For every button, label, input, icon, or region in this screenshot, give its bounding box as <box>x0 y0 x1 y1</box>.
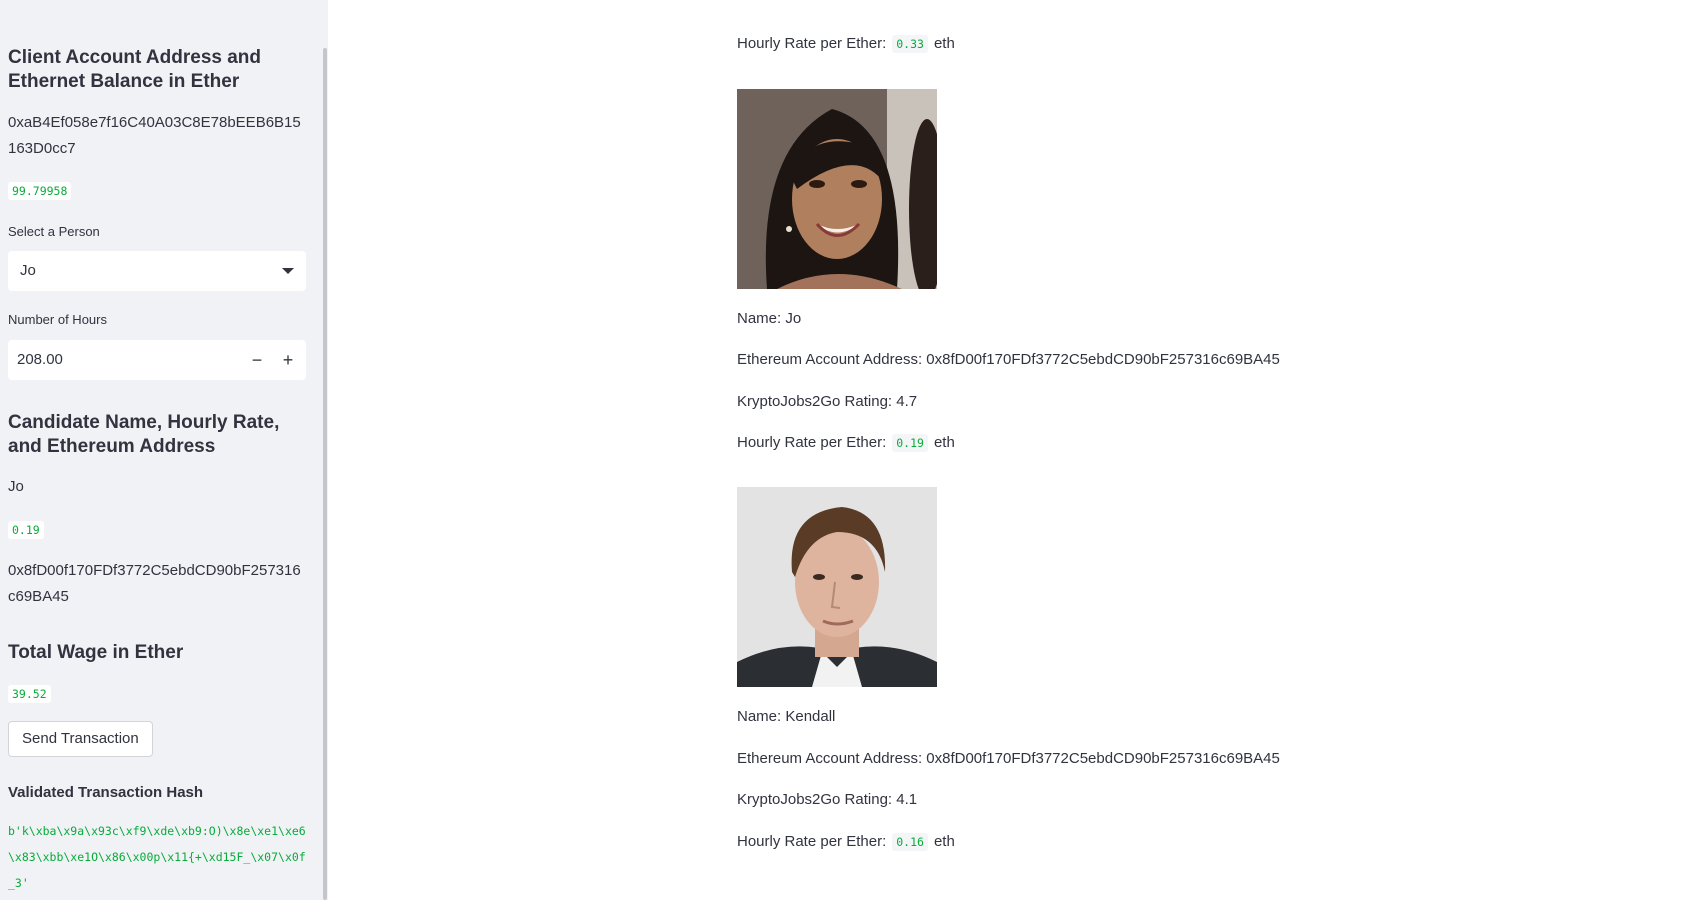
rate-value: 0.33 <box>892 35 928 54</box>
hash-heading: Validated Transaction Hash <box>8 784 204 801</box>
rate-label: Hourly Rate per Ether: <box>737 833 887 850</box>
person-select-value: Jo <box>20 262 36 279</box>
rate-unit: eth <box>933 434 955 451</box>
decrement-button[interactable]: − <box>243 346 271 374</box>
candidate-name-text: Name: Kendall <box>737 708 836 725</box>
rate-unit: eth <box>933 833 955 850</box>
client-heading: Client Account Address and Ethernet Bala… <box>8 47 262 92</box>
candidate-address-text: Ethereum Account Address: 0x8fD00f170FDf… <box>737 750 1280 767</box>
candidate-rate: 0.19 <box>8 521 44 539</box>
candidate-name: Jo <box>8 478 24 495</box>
candidate-rate-row: Hourly Rate per Ether: 0.16 eth <box>737 832 955 852</box>
candidate-photo <box>737 89 937 289</box>
candidate-photo <box>737 487 937 687</box>
wage-heading: Total Wage in Ether <box>8 642 184 663</box>
client-balance: 99.79958 <box>8 182 72 200</box>
candidate-rate-row: Hourly Rate per Ether: 0.19 eth <box>737 433 955 453</box>
rate-label: Hourly Rate per Ether: <box>737 35 887 52</box>
candidate-heading: Candidate Name, Hourly Rate, and Ethereu… <box>8 412 280 457</box>
candidate-rating-text: KryptoJobs2Go Rating: 4.7 <box>737 393 918 410</box>
rate-value: 0.16 <box>892 833 928 852</box>
wage-value: 39.52 <box>8 685 51 703</box>
top-rate-row: Hourly Rate per Ether: 0.33 eth <box>737 34 955 54</box>
person-select[interactable]: Jo <box>8 251 306 291</box>
hours-input[interactable]: 208.00 − + <box>8 340 306 380</box>
main-content: Hourly Rate per Ether: 0.33 eth Name: Jo E… <box>328 0 1695 900</box>
send-transaction-button[interactable]: Send Transaction <box>8 721 153 757</box>
candidate-address: 0x8fD00f170FDf3772C5ebdCD90bF257316c69BA… <box>8 562 301 605</box>
candidate-name-text: Name: Jo <box>737 310 802 327</box>
rate-label: Hourly Rate per Ether: <box>737 434 887 451</box>
increment-button[interactable]: + <box>274 346 302 374</box>
select-person-label: Select a Person <box>8 224 100 239</box>
hours-label: Number of Hours <box>8 312 107 327</box>
candidate-rating-text: KryptoJobs2Go Rating: 4.1 <box>737 791 918 808</box>
chevron-down-icon[interactable] <box>282 268 294 274</box>
rate-value: 0.19 <box>892 434 928 453</box>
candidate-address-text: Ethereum Account Address: 0x8fD00f170FDf… <box>737 351 1280 368</box>
hours-input-value[interactable]: 208.00 <box>17 351 63 368</box>
sidebar-scrollbar[interactable] <box>323 48 327 900</box>
client-address: 0xaB4Ef058e7f16C40A03C8E78bEEB6B15163D0c… <box>8 114 301 157</box>
sidebar: Client Account Address and Ethernet Bala… <box>0 0 328 900</box>
transaction-hash: b'k\xba\x9a\x93c\xf9\xde\xb9:O)\x8e\xe1\… <box>8 824 306 890</box>
rate-unit: eth <box>933 35 955 52</box>
